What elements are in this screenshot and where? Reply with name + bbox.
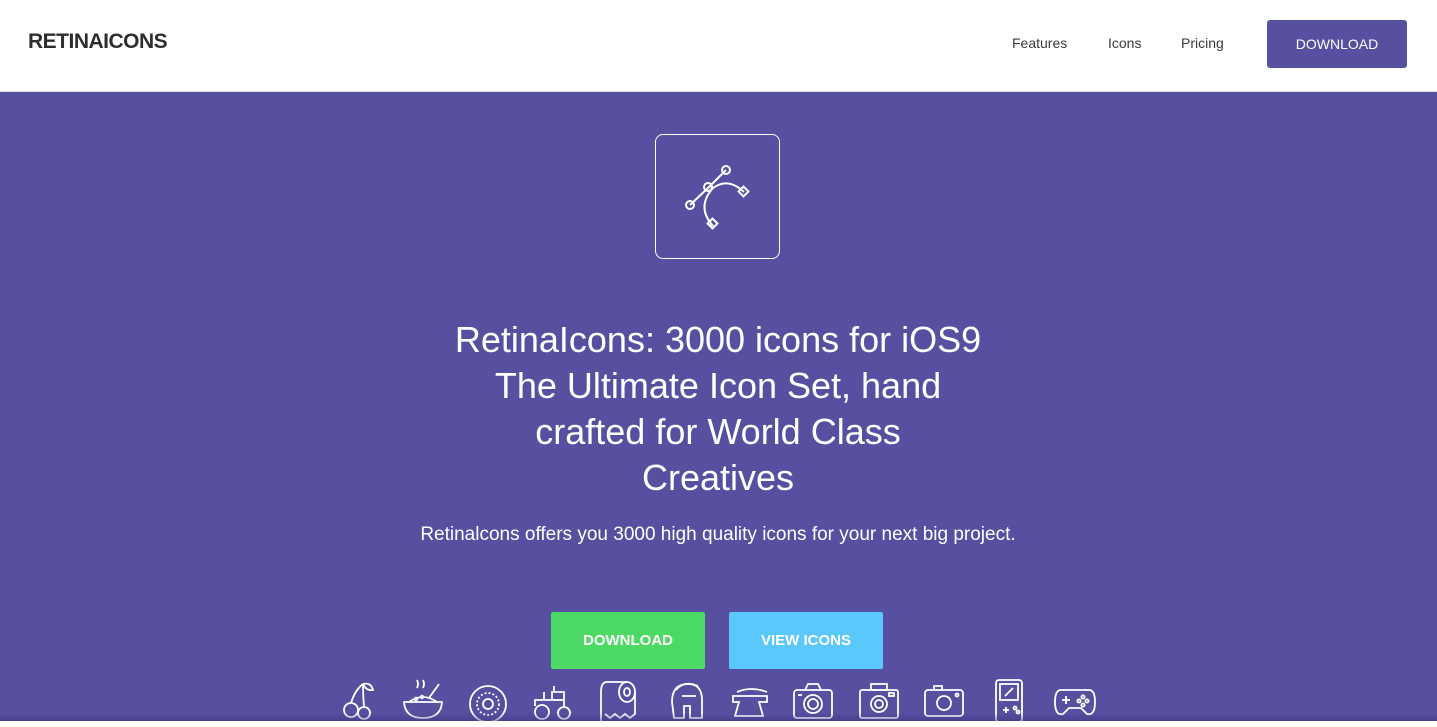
bezier-curve-icon — [685, 165, 750, 230]
headline-line: crafted for World Class — [535, 411, 901, 452]
hero-view-icons-button[interactable]: VIEW ICONS — [729, 612, 883, 669]
hero-section: RetinaIcons: 3000 icons for iOS9 The Ult… — [0, 92, 1437, 723]
nav-download-button[interactable]: DOWNLOAD — [1267, 20, 1407, 68]
hero-subline: Retinalcons offers you 3000 high quality… — [420, 524, 1016, 545]
headline-line: RetinaIcons: 3000 icons for iOS9 — [454, 319, 982, 360]
brand-logo[interactable]: RETINAICONS — [28, 30, 168, 54]
headline-line: The Ultimate Icon Set, hand — [494, 365, 942, 406]
headline-line: Creatives — [641, 457, 795, 498]
nav-link-icons[interactable]: Icons — [1108, 35, 1141, 51]
hero-logo-box — [655, 134, 780, 259]
hero-bottom-shade — [0, 713, 1437, 721]
hero-headline: RetinaIcons: 3000 icons for iOS9 The Ult… — [418, 317, 1018, 501]
hero-download-button[interactable]: DOWNLOAD — [551, 612, 705, 669]
navbar: RETINAICONS Features Icons Pricing DOWNL… — [0, 0, 1437, 92]
nav-link-pricing[interactable]: Pricing — [1181, 35, 1224, 51]
nav-link-features[interactable]: Features — [1012, 35, 1067, 51]
